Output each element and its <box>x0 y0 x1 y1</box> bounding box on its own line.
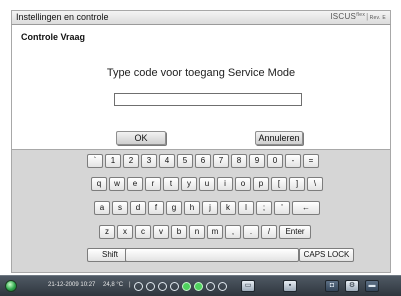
key-char[interactable]: 9 <box>249 154 265 168</box>
key-char[interactable]: r <box>145 177 161 191</box>
key-char[interactable]: z <box>99 225 115 239</box>
key-char[interactable]: . <box>243 225 259 239</box>
key-char[interactable]: s <box>112 201 128 215</box>
key-char[interactable]: v <box>153 225 169 239</box>
caps-lock-key[interactable]: CAPS LOCK <box>299 248 354 262</box>
monitor-icon[interactable]: ▭ <box>241 280 255 292</box>
key-char[interactable]: ' <box>274 201 290 215</box>
on-screen-keyboard: ` 1 2 3 4 5 6 7 8 9 0- = q w e r t y u i o p[] \ a s d f g h j k l; ' ← z x… <box>11 149 391 273</box>
key-char[interactable]: l <box>238 201 254 215</box>
key-char[interactable]: x <box>117 225 133 239</box>
space-key[interactable] <box>125 248 299 262</box>
key-char[interactable]: 8 <box>231 154 247 168</box>
key-char[interactable]: w <box>109 177 125 191</box>
key-char[interactable]: 0 <box>267 154 283 168</box>
date-time: 21-12-2009 10:27 <box>48 282 96 288</box>
status-dot <box>170 282 179 291</box>
service-code-input[interactable] <box>114 93 302 106</box>
key-char[interactable]: g <box>166 201 182 215</box>
status-dot <box>182 282 191 291</box>
key-char[interactable]: / <box>261 225 277 239</box>
key-char[interactable]: j <box>202 201 218 215</box>
key-char[interactable]: k <box>220 201 236 215</box>
key-char[interactable]: , <box>225 225 241 239</box>
folder-icon[interactable]: ▬ <box>365 280 379 292</box>
key-char[interactable]: o <box>235 177 251 191</box>
key-char[interactable]: \ <box>307 177 323 191</box>
status-dot <box>194 282 203 291</box>
key-char[interactable]: 6 <box>195 154 211 168</box>
dialog-panel: Controle Vraag Type code voor toegang Se… <box>11 25 391 149</box>
key-char[interactable]: b <box>171 225 187 239</box>
ok-button[interactable]: OK <box>116 131 166 145</box>
key-char[interactable]: 2 <box>123 154 139 168</box>
key-char[interactable]: f <box>148 201 164 215</box>
key-char[interactable]: [ <box>271 177 287 191</box>
key-backspace[interactable]: ← <box>292 201 320 215</box>
status-indicators <box>134 280 240 293</box>
status-dot <box>146 282 155 291</box>
key-char[interactable]: ] <box>289 177 305 191</box>
key-char[interactable]: q <box>91 177 107 191</box>
gear-icon[interactable]: ⚙ <box>345 280 359 292</box>
key-char[interactable]: - <box>285 154 301 168</box>
key-char[interactable]: m <box>207 225 223 239</box>
status-dot <box>206 282 215 291</box>
key-char[interactable]: n <box>189 225 205 239</box>
key-enter[interactable]: Enter <box>279 225 311 239</box>
start-button[interactable] <box>5 280 17 292</box>
key-char[interactable]: p <box>253 177 269 191</box>
brand-name: ISCUS <box>330 12 357 21</box>
key-char[interactable]: 7 <box>213 154 229 168</box>
key-char[interactable]: 3 <box>141 154 157 168</box>
key-char[interactable]: e <box>127 177 143 191</box>
taskbar: 21-12-2009 10:27 24,8 °C | ▭ ▪ ◘ ⚙ ▬ <box>0 275 401 296</box>
window-titlebar: Instellingen en controle ISCUSflex|Rev. … <box>11 10 391 25</box>
key-char[interactable]: c <box>135 225 151 239</box>
status-dot <box>134 282 143 291</box>
cancel-button[interactable]: Annuleren <box>255 131 303 145</box>
key-char[interactable]: h <box>184 201 200 215</box>
revision-label: Rev. E <box>369 15 386 21</box>
screen: Instellingen en controle ISCUSflex|Rev. … <box>0 0 401 296</box>
temperature: 24,8 °C <box>103 282 124 288</box>
key-char[interactable]: 5 <box>177 154 193 168</box>
key-char[interactable]: y <box>181 177 197 191</box>
code-prompt: Type code voor toegang Service Mode <box>106 67 296 79</box>
key-char[interactable]: i <box>217 177 233 191</box>
brand-logo: ISCUSflex|Rev. E <box>330 12 386 21</box>
key-char[interactable]: t <box>163 177 179 191</box>
status-dot <box>218 282 227 291</box>
key-char[interactable]: ; <box>256 201 272 215</box>
key-char[interactable]: d <box>130 201 146 215</box>
key-char[interactable]: ` <box>87 154 103 168</box>
key-char[interactable]: a <box>94 201 110 215</box>
dialog-heading: Controle Vraag <box>21 32 86 42</box>
key-char[interactable]: 4 <box>159 154 175 168</box>
window-title: Instellingen en controle <box>16 12 109 22</box>
image-icon[interactable]: ▪ <box>283 280 297 292</box>
image-icon[interactable]: ◘ <box>325 280 339 292</box>
brand-superscript: flex <box>356 12 366 18</box>
status-dot <box>158 282 167 291</box>
key-char[interactable]: u <box>199 177 215 191</box>
key-char[interactable]: 1 <box>105 154 121 168</box>
key-char[interactable]: = <box>303 154 319 168</box>
